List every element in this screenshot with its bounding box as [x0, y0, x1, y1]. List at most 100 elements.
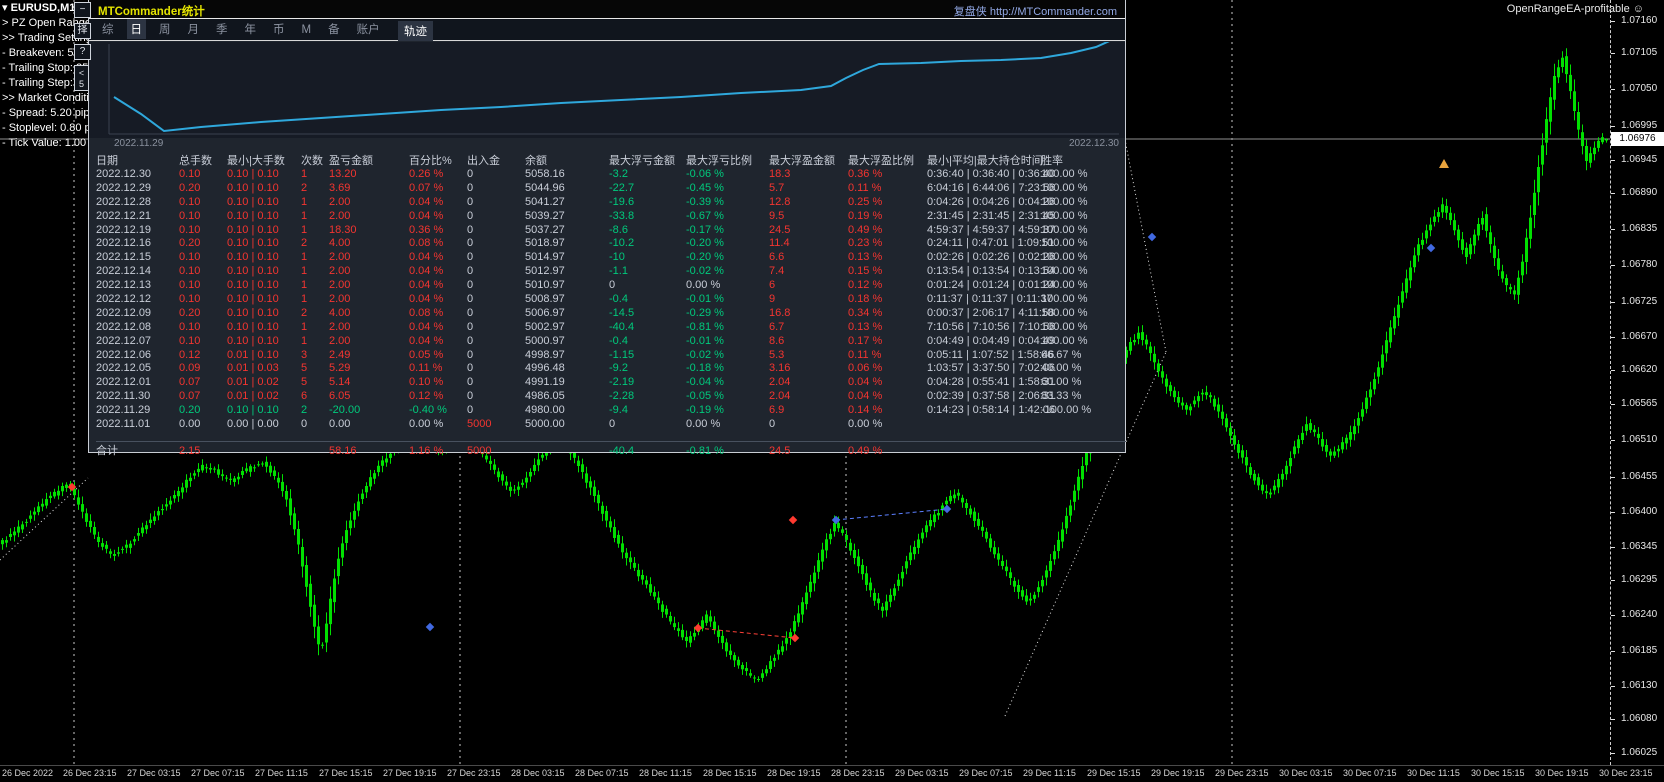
price-axis-label: 1.06130: [1621, 680, 1658, 691]
table-row: 2022.12.12 0.10 0.10 | 0.10 1 2.00 0.04 % 0 500…: [96, 293, 1088, 306]
price-axis-label: 1.06185: [1621, 645, 1658, 656]
price-axis-label: 1.06995: [1621, 120, 1658, 131]
time-axis-label: 27 Dec 03:15: [127, 768, 181, 778]
menu-item-年[interactable]: 年: [241, 19, 261, 39]
panel-menu-bar: 轨迹 综日周月季年币 M 备账户: [89, 19, 1125, 41]
price-axis-label: 1.06725: [1621, 296, 1658, 307]
price-axis-label: 1.06565: [1621, 398, 1658, 409]
table-row: 2022.12.07 0.10 0.10 | 0.10 1 2.00 0.04 % 0 500…: [96, 334, 1088, 347]
panel-title-bar[interactable]: MTCommander统计 复盘侠 http://MTCommander.com: [89, 0, 1125, 19]
time-axis-label: 26 Dec 2022: [2, 768, 54, 778]
table-row: 2022.12.14 0.10 0.10 | 0.10 1 2.00 0.04 % 0 501…: [96, 265, 1088, 278]
side-tab-button[interactable]: <5: [74, 65, 89, 91]
price-axis-label: 1.06835: [1621, 223, 1658, 234]
equity-start-date: 2022.11.29: [114, 138, 164, 149]
price-axis-label: 1.06670: [1621, 331, 1658, 342]
time-axis-label: 30 Dec 07:15: [1343, 768, 1397, 778]
menu-item-季[interactable]: 季: [212, 19, 232, 39]
time-axis-label: 28 Dec 23:15: [831, 768, 885, 778]
time-axis-label: 30 Dec 03:15: [1279, 768, 1333, 778]
time-axis-label: 28 Dec 15:15: [703, 768, 757, 778]
table-row: 2022.12.29 0.20 0.10 | 0.10 2 3.69 0.07 % 0 504…: [96, 181, 1088, 194]
price-axis-label: 1.06780: [1621, 259, 1658, 270]
price-axis-label: 1.06025: [1621, 747, 1658, 758]
price-axis-label: 1.06400: [1621, 506, 1658, 517]
price-axis-label: 1.07050: [1621, 83, 1658, 94]
time-axis-label: 28 Dec 19:15: [767, 768, 821, 778]
time-axis-label: 29 Dec 07:15: [959, 768, 1013, 778]
window-buttons: − 择 ? <5: [74, 2, 91, 96]
price-axis-label: 1.06080: [1621, 713, 1658, 724]
chevron-down-icon[interactable]: ▾: [2, 2, 11, 14]
table-row: 2022.12.19 0.10 0.10 | 0.10 1 18.30 0.36 % 0 50…: [96, 223, 1088, 236]
table-row: 2022.12.08 0.10 0.10 | 0.10 1 2.00 0.04 % 0 500…: [96, 320, 1088, 333]
time-axis-label: 29 Dec 23:15: [1215, 768, 1269, 778]
time-axis-label: 29 Dec 11:15: [1023, 768, 1076, 778]
table-row: 2022.12.21 0.10 0.10 | 0.10 1 2.00 0.04 % 0 503…: [96, 209, 1088, 222]
time-axis[interactable]: 26 Dec 2022 26 Dec 23:15 27 Dec 03:15 27 De…: [0, 765, 1664, 782]
mt4-screen: 1.07160 1.07105 1.07050 1.06995 1.06945 1.068…: [0, 0, 1664, 782]
total-separator: [96, 440, 1126, 442]
equity-end-date: 2022.12.30: [1068, 138, 1119, 149]
time-axis-label: 30 Dec 11:15: [1407, 768, 1460, 778]
equity-curve-chart: [89, 42, 1125, 138]
menu-item-币[interactable]: 币: [269, 19, 289, 39]
track-button[interactable]: 轨迹: [398, 21, 433, 41]
table-row: 2022.12.15 0.10 0.10 | 0.10 1 2.00 0.04 % 0 501…: [96, 251, 1088, 264]
time-axis-label: 30 Dec 19:15: [1535, 768, 1589, 778]
table-row: 2022.12.28 0.10 0.10 | 0.10 1 2.00 0.04 % 0 504…: [96, 195, 1088, 208]
time-axis-label: 30 Dec 15:15: [1471, 768, 1525, 778]
panel-title: MTCommander统计: [98, 6, 205, 18]
select-button[interactable]: 择: [74, 23, 91, 39]
ea-watermark-label: OpenRangeEA-profitable ☺: [1506, 3, 1644, 15]
table-row: 2022.12.06 0.12 0.01 | 0.10 3 2.49 0.05 % 0 499…: [96, 348, 1082, 361]
price-axis[interactable]: 1.07160 1.07105 1.07050 1.06995 1.06945 1.068…: [1610, 0, 1664, 765]
help-button[interactable]: ?: [74, 44, 91, 60]
table-row: 2022.12.16 0.20 0.10 | 0.10 2 4.00 0.08 % 0 501…: [96, 237, 1088, 250]
time-axis-label: 26 Dec 23:15: [63, 768, 117, 778]
time-axis-label: 28 Dec 03:15: [511, 768, 565, 778]
time-axis-label: 27 Dec 15:15: [319, 768, 373, 778]
price-axis-label: 1.06945: [1621, 154, 1658, 165]
table-total-row: 合计 2.15 58.16 1.16 % 5000 -40.4 -0.81 % 24.5 0.4…: [96, 444, 883, 457]
table-row: 2022.11.29 0.20 0.10 | 0.10 2 -20.00 -0.40 % 0…: [96, 404, 1092, 417]
time-axis-label: 28 Dec 11:15: [639, 768, 692, 778]
menu-item-账户[interactable]: 账户: [353, 19, 384, 39]
menu-item-日[interactable]: 日: [126, 19, 146, 39]
price-axis-label: 1.06240: [1621, 609, 1658, 620]
menu-item-M[interactable]: M: [298, 22, 316, 38]
current-price-label: 1.06976: [1611, 132, 1664, 146]
table-row: 2022.12.05 0.09 0.01 | 0.03 5 5.29 0.11 % 0 499…: [96, 362, 1082, 375]
minimize-button[interactable]: −: [74, 2, 91, 18]
time-axis-label: 28 Dec 07:15: [575, 768, 629, 778]
panel-link[interactable]: 复盘侠 http://MTCommander.com: [954, 3, 1117, 19]
menu-item-周[interactable]: 周: [155, 19, 175, 39]
time-axis-label: 30 Dec 23:15: [1599, 768, 1653, 778]
time-axis-label: 27 Dec 07:15: [191, 768, 245, 778]
price-axis-label: 1.07160: [1621, 15, 1658, 26]
table-row: 2022.12.01 0.07 0.01 | 0.02 5 5.14 0.10 % 0 499…: [96, 376, 1082, 389]
table-row: 2022.12.13 0.10 0.10 | 0.10 1 2.00 0.04 % 0 501…: [96, 279, 1088, 292]
mtcommander-panel: MTCommander统计 复盘侠 http://MTCommander.com…: [88, 0, 1126, 457]
price-axis-label: 1.07105: [1621, 47, 1658, 58]
price-axis-label: 1.06295: [1621, 574, 1658, 585]
table-row: 2022.11.30 0.07 0.01 | 0.02 6 6.05 0.12 % 0 498…: [96, 390, 1082, 403]
equity-chart-dates: 2022.11.29 2022.12.30: [89, 138, 1125, 150]
time-axis-label: 29 Dec 15:15: [1087, 768, 1141, 778]
time-axis-label: 27 Dec 19:15: [383, 768, 437, 778]
time-axis-label: 27 Dec 11:15: [255, 768, 308, 778]
table-row: 2022.12.09 0.20 0.10 | 0.10 2 4.00 0.08 % 0 500…: [96, 306, 1088, 319]
table-row: 2022.12.30 0.10 0.10 | 0.10 1 13.20 0.26 % 0 50…: [96, 168, 1088, 180]
time-axis-label: 27 Dec 23:15: [447, 768, 501, 778]
menu-item-备[interactable]: 备: [324, 19, 344, 39]
price-axis-label: 1.06510: [1621, 434, 1658, 445]
price-axis-label: 1.06455: [1621, 471, 1658, 482]
menu-item-综[interactable]: 综: [98, 19, 118, 39]
statistics-table: 日期 总手数 最小|大手数 次数 盈亏金额 百分比% 出入金 余额 最大浮亏金额 最大浮亏比例 最大…: [96, 154, 1126, 459]
time-axis-label: 29 Dec 03:15: [895, 768, 949, 778]
menu-item-月[interactable]: 月: [184, 19, 204, 39]
price-axis-label: 1.06620: [1621, 364, 1658, 375]
time-axis-label: 29 Dec 19:15: [1151, 768, 1205, 778]
table-row: 2022.11.01 0.00 0.00 | 0.00 0 0.00 0.00 % 5000…: [96, 418, 883, 431]
price-axis-label: 1.06345: [1621, 541, 1658, 552]
